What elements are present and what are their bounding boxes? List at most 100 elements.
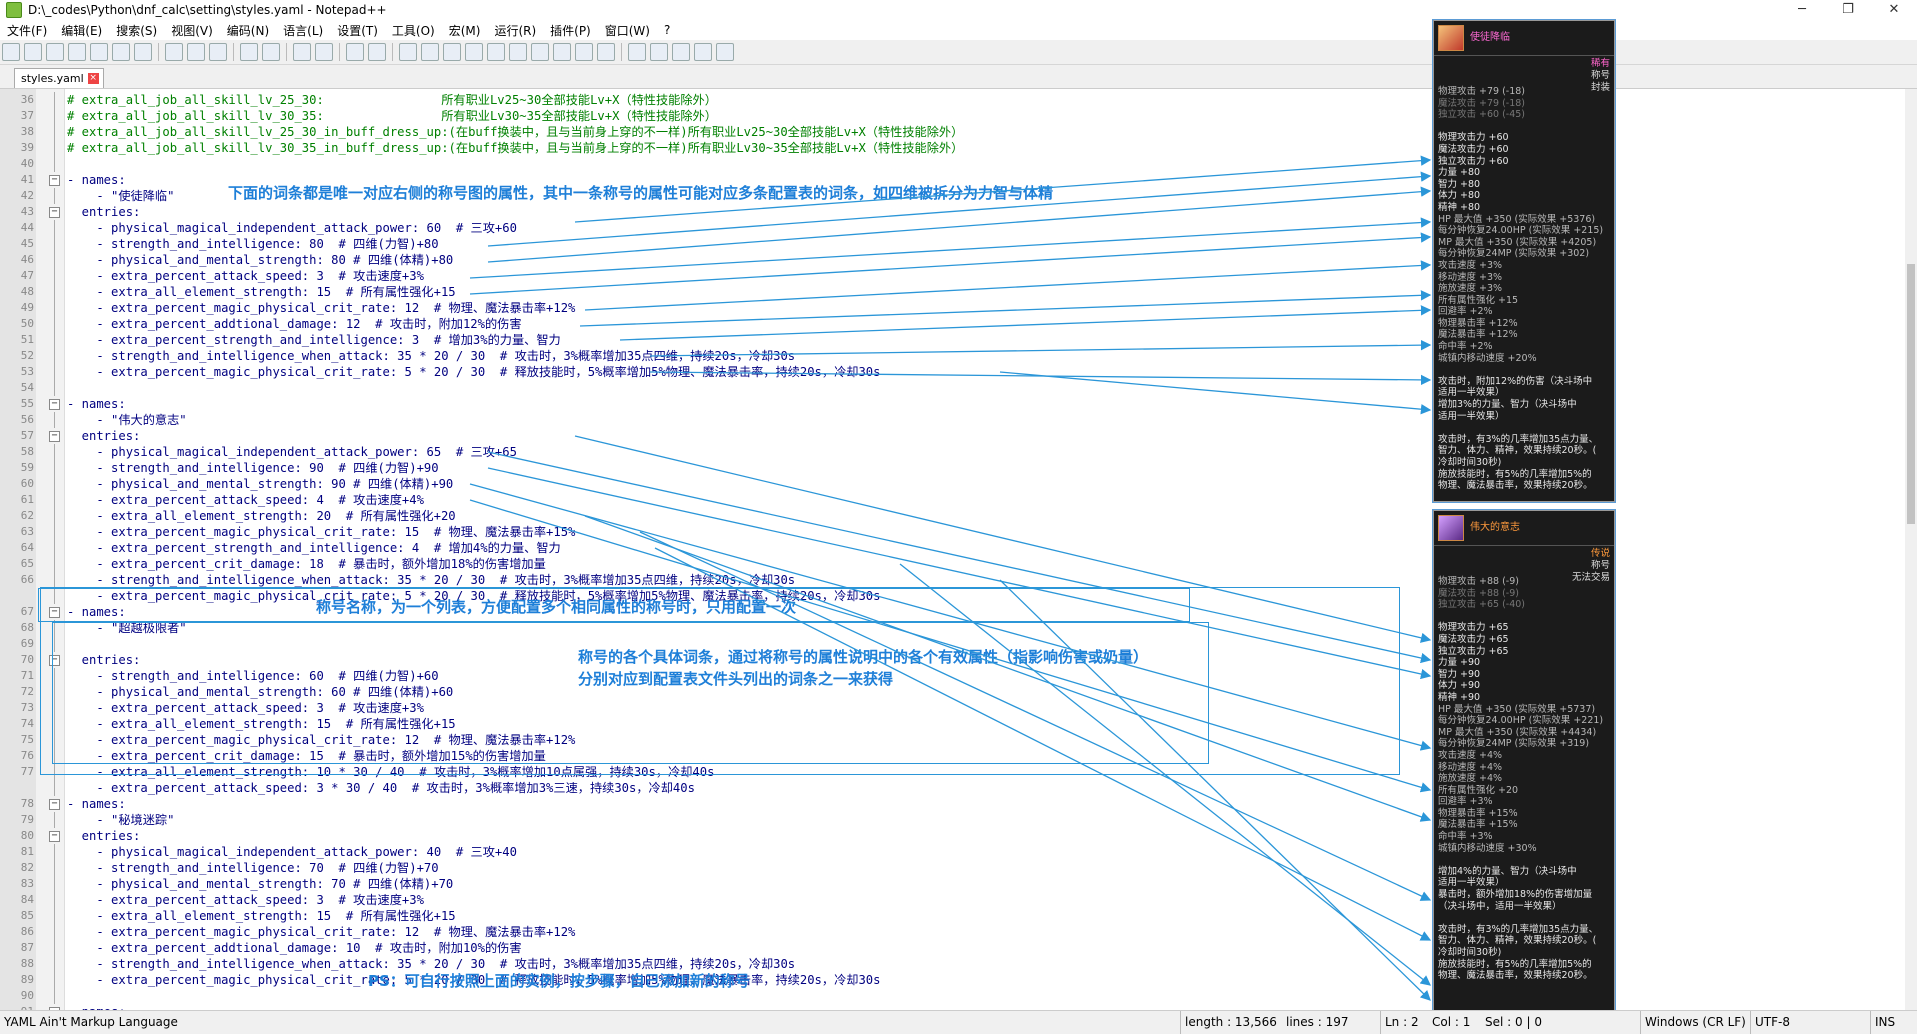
code-line[interactable]: 56 - "伟大的意志" xyxy=(0,412,1600,428)
code-line[interactable]: 79 - "秘境迷踪" xyxy=(0,812,1600,828)
scrollbar-thumb[interactable] xyxy=(1907,264,1915,524)
stop-macro-icon[interactable] xyxy=(650,43,668,61)
code-line[interactable]: 43 − entries: xyxy=(0,204,1600,220)
show-all-chars-icon[interactable] xyxy=(465,43,483,61)
code-line[interactable]: 47 - extra_percent_attack_speed: 3 # 攻击速… xyxy=(0,268,1600,284)
menu-macro[interactable]: 宏(M) xyxy=(442,22,488,39)
menu-view[interactable]: 视图(V) xyxy=(164,22,220,39)
fold-toggle-icon[interactable]: − xyxy=(49,831,60,842)
status-encoding[interactable]: UTF-8 xyxy=(1750,1011,1790,1034)
tab-close-icon[interactable]: × xyxy=(87,73,99,84)
code-line[interactable]: 55 − - names: xyxy=(0,396,1600,412)
find-icon[interactable] xyxy=(293,43,311,61)
menu-run[interactable]: 运行(R) xyxy=(487,22,543,39)
function-list-icon[interactable] xyxy=(553,43,571,61)
menu-file[interactable]: 文件(F) xyxy=(0,22,54,39)
code-line[interactable]: 48 - extra_all_element_strength: 15 # 所有… xyxy=(0,284,1600,300)
code-line[interactable]: 83 - physical_and_mental_strength: 70 # … xyxy=(0,876,1600,892)
code-line[interactable]: 58 - physical_magical_independent_attack… xyxy=(0,444,1600,460)
vertical-scrollbar[interactable] xyxy=(1905,89,1917,1010)
code-line[interactable]: 60 - physical_and_mental_strength: 90 # … xyxy=(0,476,1600,492)
code-line[interactable]: 65 - extra_percent_crit_damage: 18 # 暴击时… xyxy=(0,556,1600,572)
code-line[interactable]: 86 - extra_percent_magic_physical_crit_r… xyxy=(0,924,1600,940)
menu-window[interactable]: 窗口(W) xyxy=(598,22,657,39)
maximize-button[interactable]: ❐ xyxy=(1825,0,1871,20)
code-line[interactable]: 59 - strength_and_intelligence: 90 # 四维(… xyxy=(0,460,1600,476)
editor-area[interactable]: 36 # extra_all_job_all_skill_lv_25_30: 所有… xyxy=(0,89,1905,1010)
menu-encoding[interactable]: 编码(N) xyxy=(220,22,276,39)
menu-settings[interactable]: 设置(T) xyxy=(330,22,385,39)
code-line[interactable]: 66 - strength_and_intelligence_when_atta… xyxy=(0,572,1600,588)
code-line[interactable]: 57 − entries: xyxy=(0,428,1600,444)
minimize-button[interactable]: ─ xyxy=(1779,0,1825,20)
code-line[interactable]: 52 - strength_and_intelligence_when_atta… xyxy=(0,348,1600,364)
code-line[interactable]: 45 - strength_and_intelligence: 80 # 四维(… xyxy=(0,236,1600,252)
doc-map-icon[interactable] xyxy=(531,43,549,61)
new-file-icon[interactable] xyxy=(2,43,20,61)
status-eol[interactable]: Windows (CR LF) xyxy=(1640,1011,1746,1034)
folder-workspace-icon[interactable] xyxy=(575,43,593,61)
code-line[interactable]: 49 - extra_percent_magic_physical_crit_r… xyxy=(0,300,1600,316)
code-line[interactable]: 50 - extra_percent_addtional_damage: 12 … xyxy=(0,316,1600,332)
monitoring-icon[interactable] xyxy=(597,43,615,61)
code-line[interactable]: - extra_percent_attack_speed: 3 * 30 / 4… xyxy=(0,780,1600,796)
code-line[interactable]: 37 # extra_all_job_all_skill_lv_30_35: 所有… xyxy=(0,108,1600,124)
menu-tools[interactable]: 工具(O) xyxy=(385,22,442,39)
code-line[interactable]: 40 xyxy=(0,156,1600,172)
code-line[interactable]: 90 xyxy=(0,988,1600,1004)
fold-toggle-icon[interactable]: − xyxy=(49,175,60,186)
copy-icon[interactable] xyxy=(187,43,205,61)
menu-plugins[interactable]: 插件(P) xyxy=(543,22,598,39)
tab-styles-yaml[interactable]: styles.yaml × xyxy=(14,68,104,88)
replace-icon[interactable] xyxy=(315,43,333,61)
code-line[interactable]: 46 - physical_and_mental_strength: 80 # … xyxy=(0,252,1600,268)
code-line[interactable]: 64 - extra_percent_strength_and_intellig… xyxy=(0,540,1600,556)
code-line[interactable]: 39 # extra_all_job_all_skill_lv_30_35_in_… xyxy=(0,140,1600,156)
menu-search[interactable]: 搜索(S) xyxy=(109,22,164,39)
code-line[interactable]: 84 - extra_percent_attack_speed: 3 # 攻击速… xyxy=(0,892,1600,908)
close-all-icon[interactable] xyxy=(112,43,130,61)
close-file-icon[interactable] xyxy=(90,43,108,61)
fold-toggle-icon[interactable]: − xyxy=(49,207,60,218)
code-line[interactable]: 44 - physical_magical_independent_attack… xyxy=(0,220,1600,236)
fold-toggle-icon[interactable]: − xyxy=(49,431,60,442)
code-line[interactable]: 62 - extra_all_element_strength: 20 # 所有… xyxy=(0,508,1600,524)
play-macro-icon[interactable] xyxy=(672,43,690,61)
code-line[interactable]: 61 - extra_percent_attack_speed: 4 # 攻击速… xyxy=(0,492,1600,508)
code-line[interactable]: 63 - extra_percent_magic_physical_crit_r… xyxy=(0,524,1600,540)
code-line[interactable]: 36 # extra_all_job_all_skill_lv_25_30: 所有… xyxy=(0,92,1600,108)
save-macro-icon[interactable] xyxy=(716,43,734,61)
fold-toggle-icon[interactable]: − xyxy=(49,399,60,410)
code-line[interactable]: 38 # extra_all_job_all_skill_lv_25_30_in_… xyxy=(0,124,1600,140)
code-line[interactable]: 54 xyxy=(0,380,1600,396)
code-line[interactable]: 85 - extra_all_element_strength: 15 # 所有… xyxy=(0,908,1600,924)
code-line[interactable]: 88 - strength_and_intelligence_when_atta… xyxy=(0,956,1600,972)
code-line[interactable]: 78 − - names: xyxy=(0,796,1600,812)
code-line[interactable]: 51 - extra_percent_strength_and_intellig… xyxy=(0,332,1600,348)
zoom-in-icon[interactable] xyxy=(346,43,364,61)
close-button[interactable]: ✕ xyxy=(1871,0,1917,20)
undo-icon[interactable] xyxy=(240,43,258,61)
sync-scroll-v-icon[interactable] xyxy=(399,43,417,61)
open-file-icon[interactable] xyxy=(24,43,42,61)
sync-scroll-h-icon[interactable] xyxy=(421,43,439,61)
code-line[interactable]: 82 - strength_and_intelligence: 70 # 四维(… xyxy=(0,860,1600,876)
save-all-icon[interactable] xyxy=(68,43,86,61)
code-line[interactable]: 89 - extra_percent_magic_physical_crit_r… xyxy=(0,972,1600,988)
code-line[interactable]: 80 − entries: xyxy=(0,828,1600,844)
menu-edit[interactable]: 编辑(E) xyxy=(54,22,109,39)
menu-help[interactable]: ? xyxy=(657,23,677,37)
record-macro-icon[interactable] xyxy=(628,43,646,61)
code-line[interactable]: 53 - extra_percent_magic_physical_crit_r… xyxy=(0,364,1600,380)
menu-language[interactable]: 语言(L) xyxy=(276,22,330,39)
code-line[interactable]: 87 - extra_percent_addtional_damage: 10 … xyxy=(0,940,1600,956)
code-line[interactable]: 81 - physical_magical_independent_attack… xyxy=(0,844,1600,860)
zoom-out-icon[interactable] xyxy=(368,43,386,61)
save-icon[interactable] xyxy=(46,43,64,61)
word-wrap-icon[interactable] xyxy=(443,43,461,61)
indent-guide-icon[interactable] xyxy=(487,43,505,61)
print-icon[interactable] xyxy=(134,43,152,61)
run-macro-multiple-icon[interactable] xyxy=(694,43,712,61)
paste-icon[interactable] xyxy=(209,43,227,61)
fold-toggle-icon[interactable]: − xyxy=(49,799,60,810)
